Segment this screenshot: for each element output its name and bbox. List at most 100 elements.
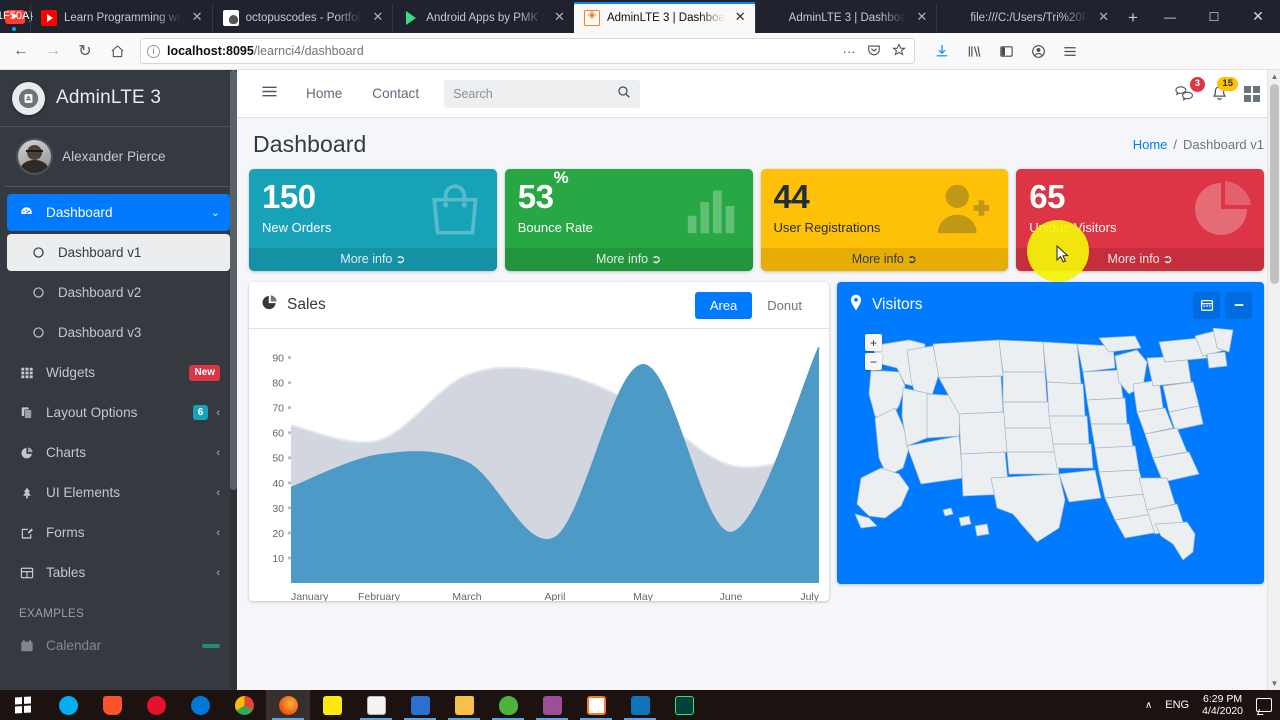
sidebar-item-charts[interactable]: Charts ‹ bbox=[7, 434, 230, 471]
taskbar-clock[interactable]: 6:29 PM 4/4/2020 bbox=[1202, 693, 1243, 717]
sidebar-item-dashboard-v2[interactable]: Dashboard v2 bbox=[7, 274, 230, 311]
home-button[interactable] bbox=[102, 36, 132, 66]
account-icon[interactable] bbox=[1023, 36, 1053, 66]
small-box-more-info[interactable]: More info ➲ bbox=[504, 248, 753, 271]
tab-donut[interactable]: Donut bbox=[752, 292, 817, 319]
fullscreen-button[interactable] bbox=[1244, 85, 1260, 102]
back-button[interactable]: ← bbox=[6, 36, 36, 66]
reload-button[interactable]: ↻ bbox=[70, 36, 100, 66]
taskbar-save-app[interactable] bbox=[398, 690, 442, 720]
taskbar-xampp[interactable] bbox=[574, 690, 618, 720]
scroll-down-button[interactable]: ▼ bbox=[1268, 677, 1280, 690]
tab-close-icon[interactable]: ✕ bbox=[1095, 9, 1112, 26]
sidebar-item-forms[interactable]: Forms ‹ bbox=[7, 514, 230, 551]
calendar-icon[interactable] bbox=[1193, 291, 1220, 319]
sidebar-scrollbar[interactable] bbox=[230, 70, 237, 690]
notifications-button[interactable]: 15 bbox=[1211, 76, 1238, 103]
sales-area-chart[interactable]: 10 20 30 40 50 60 70 80 90 January February March Ap… bbox=[249, 329, 829, 601]
map-zoom-in-button[interactable]: + bbox=[865, 334, 882, 351]
menu-icon[interactable] bbox=[1055, 36, 1085, 66]
header-left: Home Contact bbox=[253, 79, 641, 108]
taskbar-skype[interactable] bbox=[46, 690, 90, 720]
map-zoom-out-button[interactable]: − bbox=[865, 353, 882, 370]
bars-icon[interactable] bbox=[253, 84, 291, 104]
sidebar-item-calendar[interactable]: Calendar bbox=[7, 627, 230, 664]
minus-icon[interactable] bbox=[1225, 291, 1252, 319]
taskbar-explorer[interactable] bbox=[442, 690, 486, 720]
pie-chart-icon bbox=[17, 446, 36, 460]
browser-tab-5[interactable]: file:///C:/Users/Tri%20Phan ✕ bbox=[936, 2, 1118, 33]
taskbar-opera[interactable] bbox=[134, 690, 178, 720]
bookmark-star-icon[interactable] bbox=[890, 42, 908, 60]
page-scrollbar[interactable]: ▲ ▼ bbox=[1267, 70, 1280, 690]
tree-icon bbox=[17, 486, 36, 500]
browser-tab-4[interactable]: AdminLTE 3 | Dashboard ✕ bbox=[754, 2, 937, 33]
taskbar-dreamweaver[interactable] bbox=[662, 690, 706, 720]
sidebar-icon[interactable] bbox=[991, 36, 1021, 66]
small-box-more-info[interactable]: More info ➲ bbox=[249, 248, 497, 271]
taskbar-vscode[interactable] bbox=[618, 690, 662, 720]
url-bar[interactable]: i localhost:8095/learnci4/dashboard ··· bbox=[140, 38, 915, 64]
visitors-map[interactable]: + − bbox=[837, 328, 1264, 584]
taskbar-edge[interactable] bbox=[178, 690, 222, 720]
small-box-more-info[interactable]: More info ➲ bbox=[760, 248, 1009, 271]
pocket-icon[interactable] bbox=[865, 43, 883, 60]
sidebar-item-tables[interactable]: Tables ‹ bbox=[7, 554, 230, 591]
sidebar-item-ui-elements[interactable]: UI Elements ‹ bbox=[7, 474, 230, 511]
sales-chart-svg: 10 20 30 40 50 60 70 80 90 January February March Ap… bbox=[272, 347, 820, 601]
window-close-button[interactable]: ✕ bbox=[1236, 8, 1280, 25]
brand-link[interactable]: AdminLTE 3 bbox=[0, 70, 237, 127]
taskbar-editor[interactable] bbox=[354, 690, 398, 720]
content-header: Dashboard Home / Dashboard v1 bbox=[237, 118, 1280, 164]
breadcrumb-home[interactable]: Home bbox=[1133, 137, 1168, 152]
download-icon[interactable] bbox=[927, 36, 957, 66]
sidebar-item-dashboard-v3[interactable]: Dashboard v3 bbox=[7, 314, 230, 351]
svg-text:70: 70 bbox=[272, 403, 284, 415]
small-box-bounce-rate[interactable]: 53% Bounce Rate More info ➲ bbox=[504, 169, 753, 271]
new-tab-button[interactable]: + bbox=[1118, 2, 1148, 33]
browser-tab-2[interactable]: Android Apps by PMK L ✕ bbox=[392, 2, 574, 33]
tab-area[interactable]: Area bbox=[694, 291, 753, 319]
tab-close-icon[interactable]: ✕ bbox=[369, 9, 386, 26]
notification-icon[interactable] bbox=[1256, 698, 1272, 712]
small-box-new-orders[interactable]: 150 New Orders More info ➲ bbox=[249, 169, 497, 271]
octopuscodes-icon bbox=[222, 9, 239, 26]
taskbar-chrome[interactable] bbox=[222, 690, 266, 720]
youtube-media-indicator[interactable]: \u{1F50A} bbox=[0, 0, 33, 33]
library-icon[interactable] bbox=[959, 36, 989, 66]
header-link-home[interactable]: Home bbox=[291, 86, 357, 101]
forward-button[interactable]: → bbox=[38, 36, 68, 66]
taskbar-firefox[interactable] bbox=[266, 690, 310, 720]
site-info-icon[interactable]: i bbox=[147, 44, 160, 58]
tab-close-icon[interactable]: ✕ bbox=[913, 9, 930, 26]
window-maximize-button[interactable]: ☐ bbox=[1192, 10, 1236, 24]
taskbar-brave[interactable] bbox=[90, 690, 134, 720]
sidebar-item-dashboard-v1[interactable]: Dashboard v1 bbox=[7, 234, 230, 271]
header-link-contact[interactable]: Contact bbox=[357, 86, 434, 101]
sidebar-item-dashboard[interactable]: Dashboard ⌄ bbox=[7, 194, 230, 231]
page-actions-icon[interactable]: ··· bbox=[840, 44, 858, 59]
scroll-up-button[interactable]: ▲ bbox=[1268, 70, 1280, 83]
sidebar-item-widgets[interactable]: Widgets New bbox=[7, 354, 230, 391]
window-minimize-button[interactable]: — bbox=[1148, 10, 1192, 24]
browser-tab-0[interactable]: Learn Programming wit ✕ bbox=[29, 2, 212, 33]
messages-button[interactable]: 3 bbox=[1175, 77, 1205, 102]
start-button[interactable] bbox=[0, 696, 46, 714]
search-icon[interactable] bbox=[617, 85, 631, 102]
user-panel[interactable]: Alexander Pierce bbox=[5, 127, 232, 187]
youtube-icon bbox=[40, 9, 57, 26]
tab-close-icon[interactable]: ✕ bbox=[551, 9, 568, 26]
search-box[interactable] bbox=[444, 79, 641, 108]
tab-close-icon[interactable]: ✕ bbox=[732, 9, 749, 26]
browser-tab-1[interactable]: octopuscodes - Portfoli ✕ bbox=[211, 2, 393, 33]
language-indicator[interactable]: ENG bbox=[1165, 699, 1189, 711]
taskbar-mongodb[interactable] bbox=[486, 690, 530, 720]
sidebar-item-layout-options[interactable]: Layout Options 6 ‹ bbox=[7, 394, 230, 431]
tray-expand-icon[interactable]: ∧ bbox=[1145, 700, 1152, 711]
browser-tab-3-active[interactable]: AdminLTE 3 | Dashboar ✕ bbox=[573, 2, 755, 33]
small-box-user-registrations[interactable]: 44 User Registrations More info ➲ bbox=[760, 169, 1009, 271]
taskbar-visual-studio[interactable] bbox=[530, 690, 574, 720]
search-input[interactable] bbox=[453, 86, 618, 101]
taskbar-notepad[interactable] bbox=[310, 690, 354, 720]
tab-close-icon[interactable]: ✕ bbox=[189, 9, 206, 26]
